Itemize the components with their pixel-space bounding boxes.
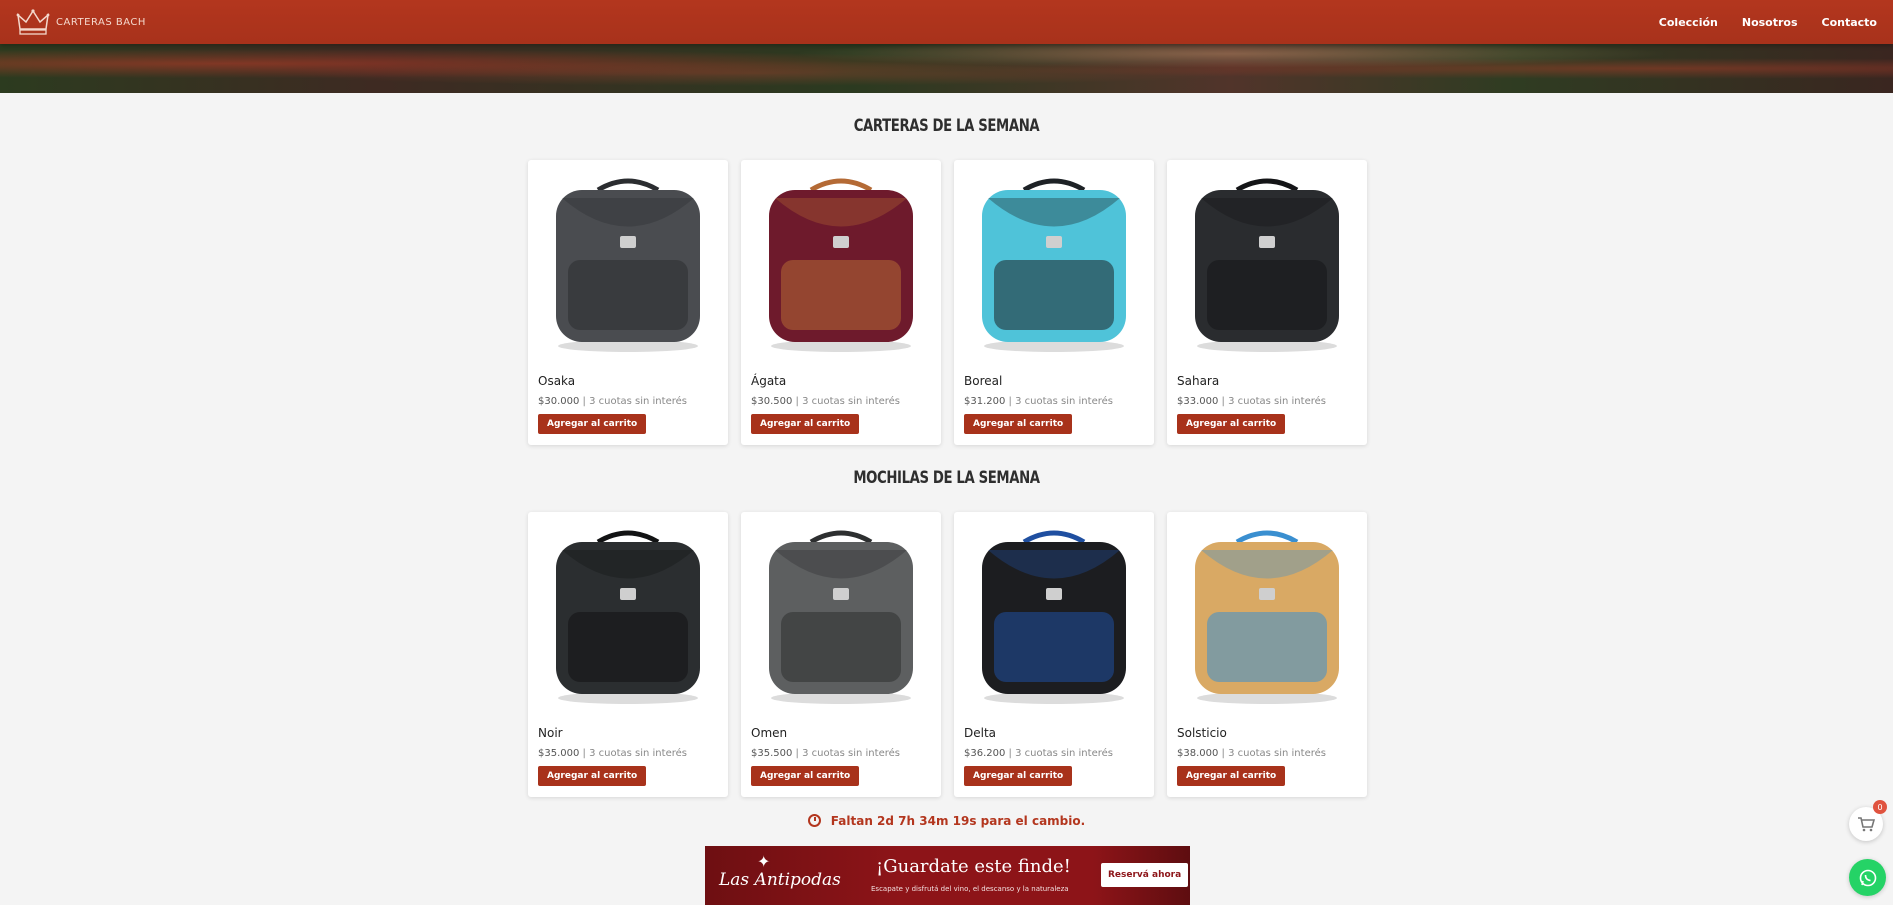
product-installments: 3 cuotas sin interés bbox=[589, 748, 687, 759]
whatsapp-icon bbox=[1859, 869, 1876, 886]
navbar: CARTERAS BACH Colección Nosotros Contact… bbox=[0, 0, 1893, 44]
product-image bbox=[1195, 178, 1339, 352]
product-installments: 3 cuotas sin interés bbox=[1228, 748, 1326, 759]
product-card[interactable]: Boreal $31.200 | 3 cuotas sin interés Ag… bbox=[954, 160, 1154, 445]
product-card[interactable]: Ágata $30.500 | 3 cuotas sin interés Agr… bbox=[741, 160, 941, 445]
cart-button[interactable]: 0 bbox=[1849, 800, 1887, 841]
whatsapp-button[interactable] bbox=[1849, 859, 1886, 896]
promo-logo: Las Antipodas bbox=[719, 870, 841, 890]
add-to-cart-button[interactable]: Agregar al carrito bbox=[1177, 414, 1286, 434]
countdown-text: Faltan 2d 7h 34m 19s para el cambio. bbox=[830, 814, 1086, 828]
product-installments: 3 cuotas sin interés bbox=[802, 396, 900, 407]
promo-title: ¡Guardate este finde! bbox=[876, 856, 1071, 877]
section-title-mochilas: MOCHILAS DE LA SEMANA bbox=[853, 468, 1040, 488]
product-card[interactable]: Delta $36.200 | 3 cuotas sin interés Agr… bbox=[954, 512, 1154, 797]
product-price-line: $30.000 | 3 cuotas sin interés bbox=[538, 396, 687, 407]
cart-count-badge: 0 bbox=[1873, 800, 1887, 814]
add-to-cart-button[interactable]: Agregar al carrito bbox=[1177, 766, 1286, 786]
promo-banner[interactable]: ✦ Las Antipodas ¡Guardate este finde! Es… bbox=[705, 846, 1190, 905]
product-price: $33.000 bbox=[1177, 396, 1219, 407]
brand-name: CARTERAS BACH bbox=[56, 16, 146, 28]
add-to-cart-button[interactable]: Agregar al carrito bbox=[964, 766, 1073, 786]
nav-coleccion[interactable]: Colección bbox=[1659, 16, 1718, 29]
product-image bbox=[769, 530, 913, 704]
product-image bbox=[556, 178, 700, 352]
product-price: $38.000 bbox=[1177, 748, 1219, 759]
product-image bbox=[982, 178, 1126, 352]
product-installments: 3 cuotas sin interés bbox=[589, 396, 687, 407]
product-grid-mochilas: Noir $35.000 | 3 cuotas sin interés Agre… bbox=[528, 512, 1367, 797]
product-card[interactable]: Noir $35.000 | 3 cuotas sin interés Agre… bbox=[528, 512, 728, 797]
product-image bbox=[982, 530, 1126, 704]
brand-logo[interactable]: CARTERAS BACH bbox=[16, 7, 146, 37]
nav-contacto[interactable]: Contacto bbox=[1822, 16, 1877, 29]
product-installments: 3 cuotas sin interés bbox=[1015, 748, 1113, 759]
product-name: Noir bbox=[538, 726, 563, 740]
add-to-cart-button[interactable]: Agregar al carrito bbox=[751, 414, 860, 434]
hero-banner bbox=[0, 44, 1893, 93]
product-name: Omen bbox=[751, 726, 788, 740]
product-image bbox=[556, 530, 700, 704]
star-icon: ✦ bbox=[757, 852, 771, 871]
nav-nosotros[interactable]: Nosotros bbox=[1742, 16, 1798, 29]
product-price: $31.200 bbox=[964, 396, 1006, 407]
crown-icon bbox=[16, 9, 50, 35]
product-card[interactable]: Sahara $33.000 | 3 cuotas sin interés Ag… bbox=[1167, 160, 1367, 445]
product-installments: 3 cuotas sin interés bbox=[1228, 396, 1326, 407]
add-to-cart-button[interactable]: Agregar al carrito bbox=[751, 766, 860, 786]
product-name: Boreal bbox=[964, 374, 1003, 388]
product-price: $35.000 bbox=[538, 748, 580, 759]
reserve-button[interactable]: Reservá ahora bbox=[1101, 863, 1189, 887]
product-price: $30.000 bbox=[538, 396, 580, 407]
product-grid-carteras: Osaka $30.000 | 3 cuotas sin interés Agr… bbox=[528, 160, 1367, 445]
product-price-line: $35.000 | 3 cuotas sin interés bbox=[538, 748, 687, 759]
product-price-line: $33.000 | 3 cuotas sin interés bbox=[1177, 396, 1326, 407]
product-price-line: $31.200 | 3 cuotas sin interés bbox=[964, 396, 1113, 407]
product-price-line: $35.500 | 3 cuotas sin interés bbox=[751, 748, 900, 759]
product-name: Solsticio bbox=[1177, 726, 1227, 740]
product-price: $35.500 bbox=[751, 748, 793, 759]
product-name: Ágata bbox=[751, 374, 787, 388]
add-to-cart-button[interactable]: Agregar al carrito bbox=[538, 414, 647, 434]
product-image bbox=[1195, 530, 1339, 704]
product-name: Sahara bbox=[1177, 374, 1220, 388]
product-name: Osaka bbox=[538, 374, 576, 388]
product-card[interactable]: Osaka $30.000 | 3 cuotas sin interés Agr… bbox=[528, 160, 728, 445]
add-to-cart-button[interactable]: Agregar al carrito bbox=[964, 414, 1073, 434]
clock-icon bbox=[807, 814, 821, 827]
product-price-line: $38.000 | 3 cuotas sin interés bbox=[1177, 748, 1326, 759]
cart-icon bbox=[1858, 817, 1875, 832]
product-price-line: $36.200 | 3 cuotas sin interés bbox=[964, 748, 1113, 759]
main-nav: Colección Nosotros Contacto bbox=[1659, 16, 1877, 29]
product-image bbox=[769, 178, 913, 352]
product-installments: 3 cuotas sin interés bbox=[802, 748, 900, 759]
product-price: $30.500 bbox=[751, 396, 793, 407]
section-title-carteras: CARTERAS DE LA SEMANA bbox=[853, 116, 1040, 136]
product-card[interactable]: Solsticio $38.000 | 3 cuotas sin interés… bbox=[1167, 512, 1367, 797]
product-name: Delta bbox=[964, 726, 997, 740]
product-price-line: $30.500 | 3 cuotas sin interés bbox=[751, 396, 900, 407]
product-card[interactable]: Omen $35.500 | 3 cuotas sin interés Agre… bbox=[741, 512, 941, 797]
promo-subtitle: Escapate y disfrutá del vino, el descans… bbox=[871, 885, 1069, 893]
countdown-banner: Faltan 2d 7h 34m 19s para el cambio. bbox=[0, 814, 1893, 828]
product-price: $36.200 bbox=[964, 748, 1006, 759]
product-installments: 3 cuotas sin interés bbox=[1015, 396, 1113, 407]
add-to-cart-button[interactable]: Agregar al carrito bbox=[538, 766, 647, 786]
